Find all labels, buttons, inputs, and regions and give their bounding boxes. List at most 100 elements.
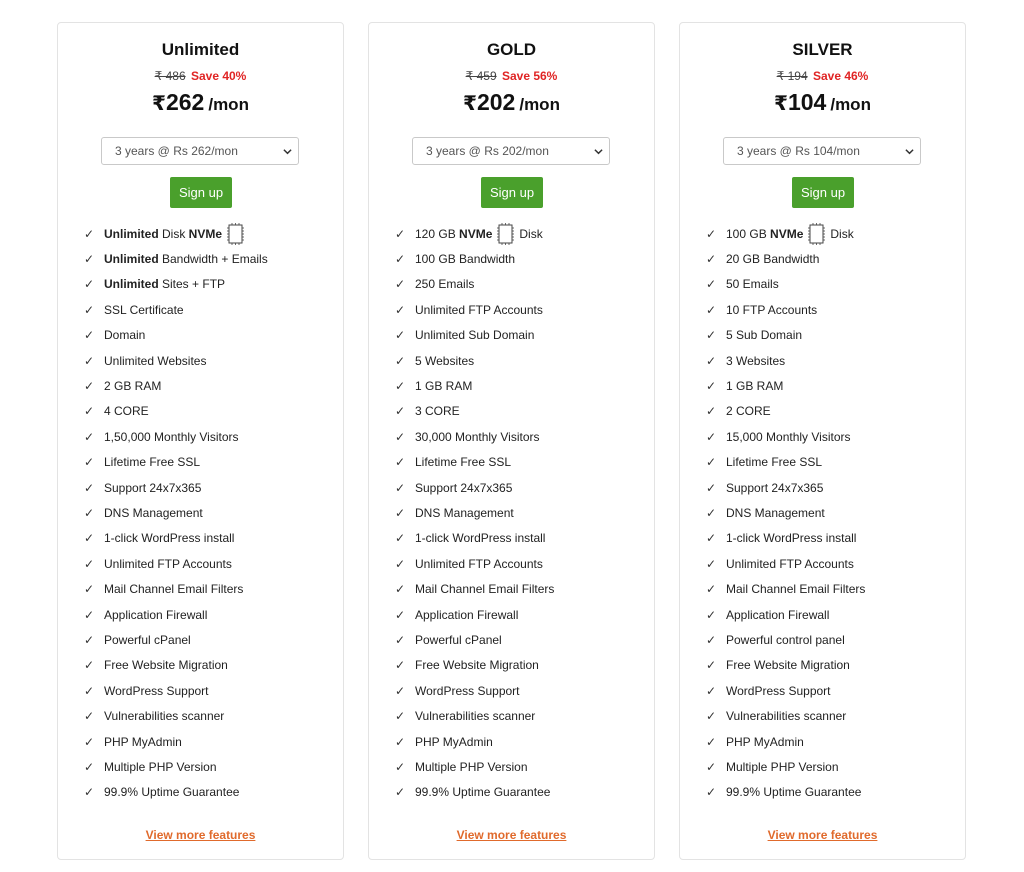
check-icon: ✓ — [706, 480, 717, 495]
check-icon: ✓ — [84, 531, 95, 546]
check-icon: ✓ — [84, 709, 95, 724]
view-more-features-link[interactable]: View more features — [369, 828, 654, 842]
feature-item: ✓ Domain — [84, 323, 334, 348]
check-icon: ✓ — [84, 302, 95, 317]
feature-item: ✓ 10 FTP Accounts — [706, 297, 956, 322]
feature-item: ✓ Support 24x7x365 — [84, 475, 334, 500]
check-icon: ✓ — [706, 353, 717, 368]
feature-item: ✓ PHP MyAdmin — [706, 729, 956, 754]
check-icon: ✓ — [84, 505, 95, 520]
feature-item: ✓ Vulnerabilities scanner — [706, 703, 956, 728]
feature-item: ✓ 1 GB RAM — [395, 373, 645, 398]
feature-text: 3 CORE — [415, 404, 460, 419]
feature-item: ✓ Lifetime Free SSL — [706, 450, 956, 475]
check-icon: ✓ — [395, 429, 406, 444]
check-icon: ✓ — [706, 505, 717, 520]
currency-symbol: ₹ — [152, 93, 166, 115]
check-icon: ✓ — [84, 556, 95, 571]
feature-text: Domain — [104, 328, 146, 343]
feature-text: Free Website Migration — [415, 658, 539, 673]
check-icon: ✓ — [395, 759, 406, 774]
check-icon: ✓ — [395, 505, 406, 520]
feature-item: ✓ 1-click WordPress install — [84, 526, 334, 551]
feature-item: ✓ Multiple PHP Version — [84, 754, 334, 779]
feature-item: ✓ Unlimited Sites + FTP — [84, 272, 334, 297]
check-icon: ✓ — [84, 429, 95, 444]
feature-text: Support 24x7x365 — [104, 480, 202, 495]
term-select[interactable]: 3 years @ Rs 104/mon — [723, 137, 921, 165]
feature-item: ✓ 3 CORE — [395, 399, 645, 424]
feature-item: ✓ 100 GB NVMe Disk — [706, 221, 956, 246]
feature-item: ✓ Mail Channel Email Filters — [84, 576, 334, 601]
check-icon: ✓ — [706, 607, 717, 622]
feature-item: ✓ Support 24x7x365 — [395, 475, 645, 500]
feature-item: ✓ Free Website Migration — [395, 653, 645, 678]
feature-text: Application Firewall — [415, 607, 519, 622]
check-icon: ✓ — [84, 759, 95, 774]
feature-text: 20 GB Bandwidth — [726, 252, 820, 267]
feature-text: Vulnerabilities scanner — [726, 709, 847, 724]
feature-item: ✓ 1-click WordPress install — [395, 526, 645, 551]
feature-bold: Unlimited — [104, 252, 159, 267]
feature-text: PHP MyAdmin — [104, 734, 182, 749]
feature-item: ✓ 100 GB Bandwidth — [395, 246, 645, 271]
old-price-row: ₹ 459 Save 56% — [369, 69, 654, 83]
view-more-features-link[interactable]: View more features — [680, 828, 965, 842]
feature-item: ✓ DNS Management — [395, 500, 645, 525]
feature-item: ✓ 50 Emails — [706, 272, 956, 297]
feature-text: SSL Certificate — [104, 302, 184, 317]
check-icon: ✓ — [395, 556, 406, 571]
signup-button[interactable]: Sign up — [792, 177, 854, 208]
feature-item: ✓ Free Website Migration — [706, 653, 956, 678]
feature-item: ✓ 1-click WordPress install — [706, 526, 956, 551]
feature-item: ✓ 1,50,000 Monthly Visitors — [84, 424, 334, 449]
check-icon: ✓ — [395, 252, 406, 267]
feature-text: Unlimited FTP Accounts — [415, 302, 543, 317]
feature-item: ✓ 1 GB RAM — [706, 373, 956, 398]
feature-text: Unlimited FTP Accounts — [726, 556, 854, 571]
feature-text: 3 Websites — [726, 353, 786, 368]
check-icon: ✓ — [395, 455, 406, 470]
check-icon: ✓ — [706, 785, 717, 800]
feature-text: 99.9% Uptime Guarantee — [726, 785, 862, 800]
feature-text: WordPress Support — [726, 683, 831, 698]
feature-text: Support 24x7x365 — [415, 480, 513, 495]
check-icon: ✓ — [395, 632, 406, 647]
nvme-chip-icon — [807, 222, 826, 246]
check-icon: ✓ — [706, 455, 717, 470]
feature-text: 99.9% Uptime Guarantee — [415, 785, 551, 800]
feature-text: 1 GB RAM — [415, 379, 473, 394]
term-select-value: 3 years @ Rs 262/mon — [115, 144, 238, 158]
feature-item: ✓ Free Website Migration — [84, 653, 334, 678]
feature-bold: NVMe — [770, 226, 804, 241]
feature-item: ✓ Powerful control panel — [706, 627, 956, 652]
feature-text: DNS Management — [726, 505, 825, 520]
check-icon: ✓ — [395, 582, 406, 597]
check-icon: ✓ — [706, 683, 717, 698]
view-more-features-link[interactable]: View more features — [58, 828, 343, 842]
feature-item: ✓ Powerful cPanel — [84, 627, 334, 652]
signup-button[interactable]: Sign up — [170, 177, 232, 208]
feature-text: Disk — [519, 226, 543, 241]
feature-text: 100 GB — [726, 226, 771, 241]
feature-text: 1-click WordPress install — [726, 531, 857, 546]
plan-card-unlimited: Unlimited ₹ 486 Save 40% ₹262/mon 3 years @… — [57, 22, 344, 860]
signup-button[interactable]: Sign up — [481, 177, 543, 208]
feature-text: DNS Management — [415, 505, 514, 520]
feature-text: 5 Sub Domain — [726, 328, 803, 343]
term-select-value: 3 years @ Rs 104/mon — [737, 144, 860, 158]
price-amount: 104 — [787, 89, 827, 115]
feature-text: 10 FTP Accounts — [726, 302, 818, 317]
feature-bold: Unlimited — [104, 277, 159, 292]
check-icon: ✓ — [84, 607, 95, 622]
term-select[interactable]: 3 years @ Rs 262/mon — [101, 137, 299, 165]
check-icon: ✓ — [706, 531, 717, 546]
check-icon: ✓ — [84, 480, 95, 495]
feature-text: Powerful cPanel — [104, 632, 191, 647]
feature-text: Multiple PHP Version — [415, 759, 528, 774]
feature-text: 99.9% Uptime Guarantee — [104, 785, 240, 800]
feature-item: ✓ Unlimited FTP Accounts — [395, 551, 645, 576]
term-select[interactable]: 3 years @ Rs 202/mon — [412, 137, 610, 165]
feature-item: ✓ 20 GB Bandwidth — [706, 246, 956, 271]
save-badge: Save 46% — [812, 69, 869, 83]
